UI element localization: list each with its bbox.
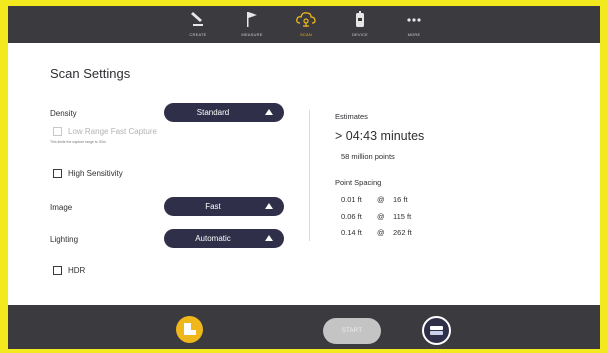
hdr-label: HDR — [68, 266, 86, 275]
pencil-icon — [171, 10, 225, 30]
device-icon — [333, 10, 387, 30]
low-range-checkbox[interactable] — [53, 127, 62, 136]
tab-more-label: MORE — [407, 32, 421, 37]
spacing-at: @ — [377, 228, 385, 237]
spacing-value: 0.01 ft — [341, 195, 362, 204]
bottom-bar: START — [8, 305, 600, 349]
layers-icon — [430, 326, 443, 335]
start-button[interactable]: START — [323, 318, 381, 344]
caret-up-icon — [265, 109, 273, 115]
tab-device[interactable]: DEVICE — [333, 6, 387, 43]
hdr-checkbox[interactable] — [53, 266, 62, 275]
high-sensitivity-checkbox[interactable] — [53, 169, 62, 178]
scan-files-icon — [184, 323, 196, 335]
spacing-distance: 115 ft — [393, 212, 412, 221]
tab-create-label: CREATE — [189, 32, 207, 37]
tab-scan[interactable]: SCAN — [279, 6, 333, 43]
image-select[interactable]: Fast — [164, 197, 284, 216]
cloud-scan-icon — [279, 10, 333, 30]
spacing-distance: 16 ft — [393, 195, 408, 204]
estimate-points: 58 million points — [341, 152, 395, 161]
spacing-at: @ — [377, 195, 385, 204]
caret-up-icon — [265, 235, 273, 241]
image-value: Fast — [205, 202, 221, 211]
top-nav-bar: CREATE MEASURE SCAN DEVICE MORE — [8, 6, 600, 43]
vertical-divider — [309, 110, 310, 241]
density-label: Density — [50, 109, 77, 118]
lighting-label: Lighting — [50, 235, 79, 244]
tab-device-label: DEVICE — [351, 32, 369, 37]
page-title: Scan Settings — [50, 66, 131, 81]
spacing-value: 0.06 ft — [341, 212, 362, 221]
more-dots-icon — [387, 10, 441, 30]
scan-files-button[interactable] — [176, 316, 203, 343]
low-range-label: Low Range Fast Capture — [68, 127, 157, 136]
density-select[interactable]: Standard — [164, 103, 284, 122]
high-sensitivity-label: High Sensitivity — [68, 169, 123, 178]
estimates-heading: Estimates — [335, 112, 368, 121]
tab-measure-label: MEASURE — [241, 32, 263, 37]
layers-button[interactable] — [422, 316, 451, 345]
tab-scan-label: SCAN — [300, 32, 312, 37]
lighting-value: Automatic — [195, 234, 231, 243]
tab-measure[interactable]: MEASURE — [225, 6, 279, 43]
app-frame: CREATE MEASURE SCAN DEVICE MORE Scan Set… — [8, 6, 600, 349]
tab-more[interactable]: MORE — [387, 6, 441, 43]
point-spacing-heading: Point Spacing — [335, 178, 382, 187]
lighting-select[interactable]: Automatic — [164, 229, 284, 248]
tab-create[interactable]: CREATE — [171, 6, 225, 43]
estimate-time: > 04:43 minutes — [335, 129, 425, 143]
spacing-value: 0.14 ft — [341, 228, 362, 237]
density-value: Standard — [196, 108, 230, 117]
image-label: Image — [50, 203, 73, 212]
caret-up-icon — [265, 203, 273, 209]
flag-icon — [225, 10, 279, 30]
low-range-note: This limits the capture range to 30m — [50, 140, 106, 144]
spacing-at: @ — [377, 212, 385, 221]
spacing-distance: 262 ft — [393, 228, 412, 237]
